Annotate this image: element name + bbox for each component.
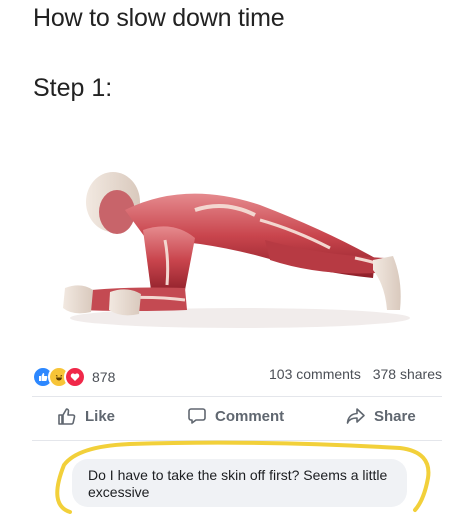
highlight-circle <box>55 440 431 514</box>
